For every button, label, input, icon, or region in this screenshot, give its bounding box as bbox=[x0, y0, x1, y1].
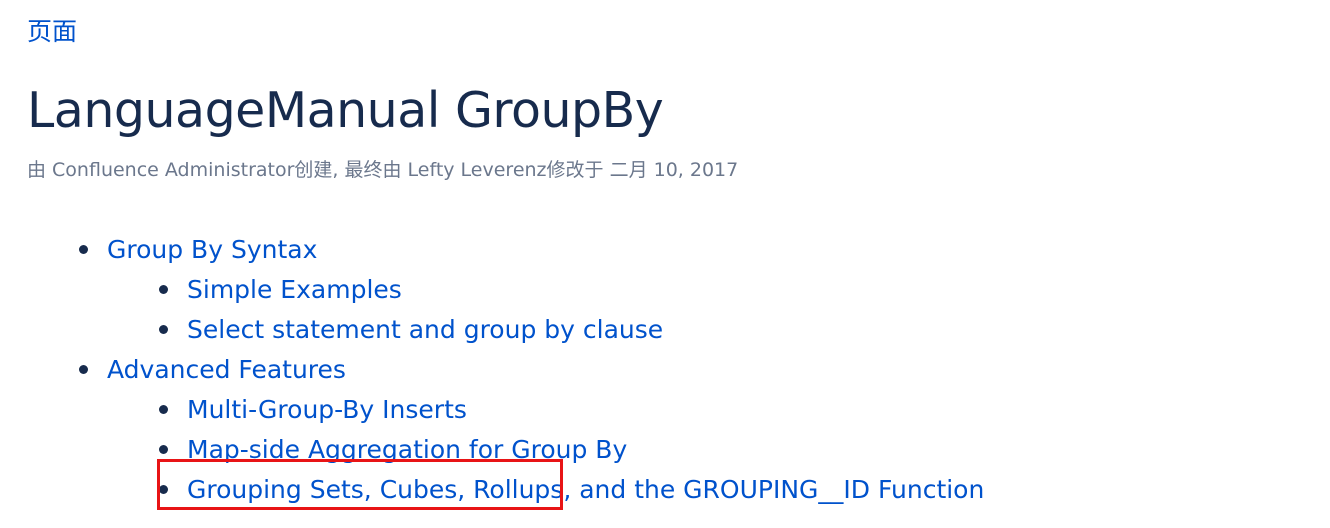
toc-item-multi-group-by: Multi-Group-By Inserts bbox=[27, 390, 984, 430]
page-byline: 由 Confluence Administrator创建, 最终由 Lefty … bbox=[27, 159, 739, 181]
toc-item-group-by-syntax: Group By Syntax bbox=[27, 230, 984, 270]
bullet-icon bbox=[159, 485, 168, 494]
bullet-icon bbox=[159, 445, 168, 454]
table-of-contents: Group By Syntax Simple Examples Select s… bbox=[27, 230, 984, 510]
toc-link-advanced-features[interactable]: Advanced Features bbox=[107, 355, 346, 384]
toc-item-map-side-aggregation: Map-side Aggregation for Group By bbox=[27, 430, 984, 470]
toc-item-advanced-features: Advanced Features bbox=[27, 350, 984, 390]
toc-link-simple-examples[interactable]: Simple Examples bbox=[187, 275, 402, 304]
bullet-icon bbox=[159, 285, 168, 294]
toc-link-group-by-syntax[interactable]: Group By Syntax bbox=[107, 235, 317, 264]
toc-link-grouping-sets[interactable]: Grouping Sets, Cubes, Rollups, and the G… bbox=[187, 475, 984, 504]
bullet-icon bbox=[159, 405, 168, 414]
bullet-icon bbox=[79, 245, 88, 254]
bullet-icon bbox=[79, 365, 88, 374]
breadcrumb-pages[interactable]: 页面 bbox=[27, 15, 77, 49]
page-title: LanguageManual GroupBy bbox=[27, 82, 664, 139]
bullet-icon bbox=[159, 325, 168, 334]
toc-item-select-statement: Select statement and group by clause bbox=[27, 310, 984, 350]
toc-item-grouping-sets: Grouping Sets, Cubes, Rollups, and the G… bbox=[27, 470, 984, 510]
toc-item-simple-examples: Simple Examples bbox=[27, 270, 984, 310]
toc-link-map-side-aggregation[interactable]: Map-side Aggregation for Group By bbox=[187, 435, 627, 464]
toc-link-select-statement[interactable]: Select statement and group by clause bbox=[187, 315, 663, 344]
toc-link-multi-group-by[interactable]: Multi-Group-By Inserts bbox=[187, 395, 467, 424]
